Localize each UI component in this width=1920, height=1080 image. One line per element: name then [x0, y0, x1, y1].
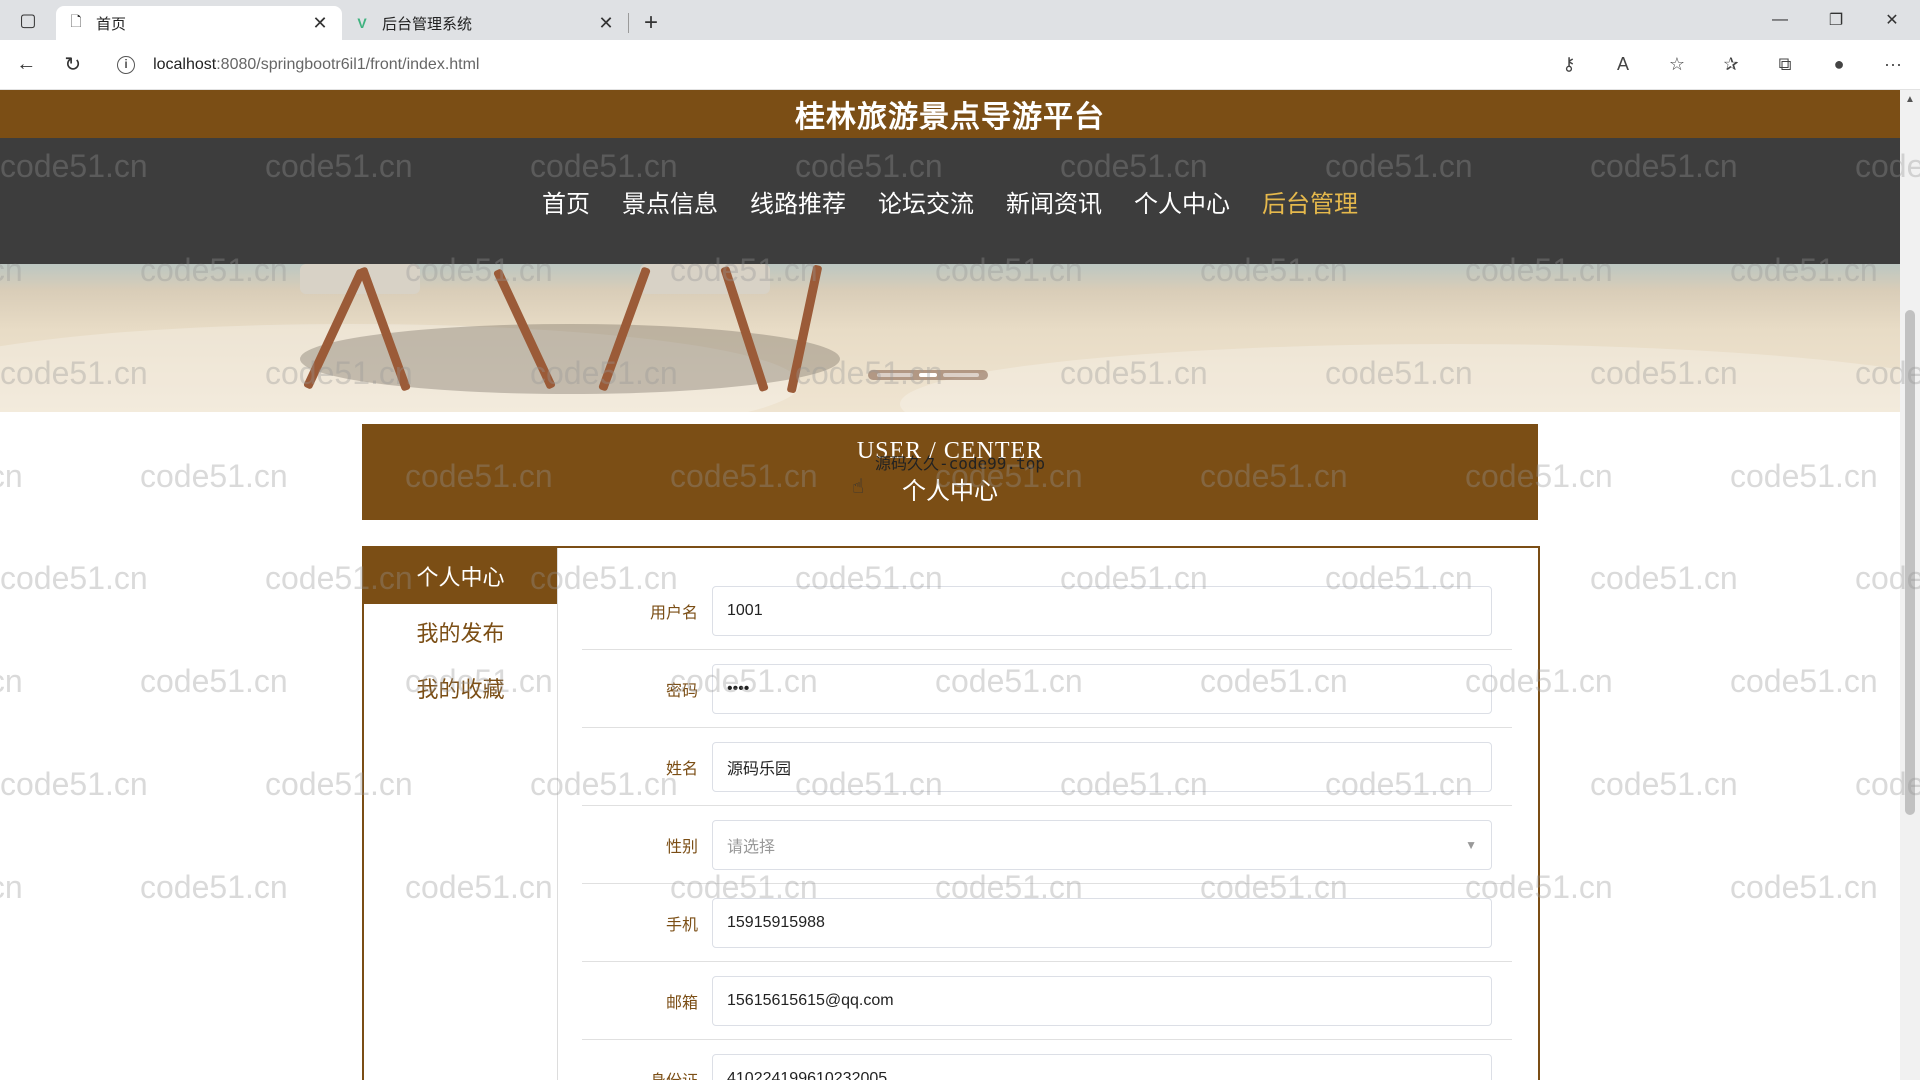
- side-item-profile[interactable]: 个人中心: [364, 548, 557, 604]
- minimize-icon[interactable]: —: [1752, 0, 1808, 40]
- username-field[interactable]: 1001: [712, 585, 1492, 636]
- idcard-field[interactable]: 410224199610232005: [712, 1053, 1492, 1080]
- scrollbar-thumb[interactable]: [1905, 310, 1915, 815]
- nav-attractions[interactable]: 景点信息: [622, 184, 718, 219]
- nav-news[interactable]: 新闻资讯: [1006, 184, 1102, 219]
- nav-routes[interactable]: 线路推荐: [750, 184, 846, 219]
- carousel-dot[interactable]: [943, 373, 979, 377]
- carousel-indicators: [868, 370, 988, 380]
- browser-tab-admin[interactable]: V 后台管理系统 ✕: [342, 6, 628, 40]
- tab-title: 首页: [96, 15, 127, 33]
- form-row-gender: 性别 请选择 ▼: [582, 806, 1512, 884]
- carousel-dot-active[interactable]: [919, 373, 937, 377]
- site-title: 桂林旅游景点导游平台: [795, 101, 1105, 134]
- favorites-icon[interactable]: ✰: [1704, 54, 1758, 75]
- banner-carousel[interactable]: [0, 264, 1900, 412]
- restore-icon[interactable]: ❐: [1808, 0, 1864, 40]
- form-row-password: 密码 ••••: [582, 650, 1512, 728]
- profile-avatar-icon[interactable]: ●: [1812, 54, 1866, 75]
- info-icon[interactable]: i: [117, 55, 136, 74]
- nav-admin[interactable]: 后台管理: [1262, 184, 1358, 219]
- email-field[interactable]: 15615615615@qq.com: [712, 975, 1492, 1026]
- refresh-icon[interactable]: ↻: [53, 45, 94, 85]
- user-center-title-cn: 个人中心: [902, 479, 998, 505]
- browser-tab-home[interactable]: 🗋 首页 ✕: [56, 6, 342, 40]
- username-label: 用户名: [649, 604, 698, 622]
- add-favorite-icon[interactable]: ☆: [1650, 54, 1704, 75]
- email-label: 邮箱: [665, 994, 698, 1012]
- gender-placeholder: 请选择: [727, 838, 776, 856]
- browser-address-bar: ← ↻ i localhost:8080/springbootr6il1/fro…: [0, 40, 1920, 90]
- side-item-my-posts[interactable]: 我的发布: [364, 604, 557, 660]
- url-path: :8080/springbootr6il1/front/index.html: [216, 55, 480, 73]
- window-controls: — ❐ ✕: [1752, 0, 1920, 40]
- name-field[interactable]: 源码乐园: [712, 741, 1492, 792]
- close-window-icon[interactable]: ✕: [1864, 0, 1920, 40]
- form-row-name: 姓名 源码乐园: [582, 728, 1512, 806]
- beach-chair: [640, 264, 770, 294]
- tab-title: 后台管理系统: [382, 15, 473, 33]
- page-icon: 🗋: [70, 13, 82, 29]
- close-tab-icon[interactable]: ✕: [596, 13, 616, 34]
- phone-field[interactable]: 15915915988: [712, 897, 1492, 948]
- gender-select[interactable]: 请选择 ▼: [712, 819, 1492, 870]
- site-header: 桂林旅游景点导游平台: [0, 90, 1900, 138]
- tab-actions-icon[interactable]: ▢: [0, 0, 56, 40]
- nav-home[interactable]: 首页: [542, 184, 590, 219]
- gender-label: 性别: [665, 838, 698, 856]
- user-center-panel: 个人中心 我的发布 我的收藏 用户名 1001 密码 •••• 姓名 源码乐园 …: [362, 546, 1540, 1080]
- phone-label: 手机: [665, 916, 698, 934]
- collections-icon[interactable]: ⧉: [1758, 54, 1812, 75]
- key-icon[interactable]: ⚷: [1542, 54, 1596, 75]
- password-label: 密码: [665, 682, 698, 700]
- side-item-my-favorites[interactable]: 我的收藏: [364, 660, 557, 716]
- close-tab-icon[interactable]: ✕: [310, 13, 330, 34]
- page-scrollbar[interactable]: ▲: [1900, 90, 1920, 1080]
- back-icon[interactable]: ←: [6, 45, 47, 85]
- web-page: 桂林旅游景点导游平台 首页 景点信息 线路推荐 论坛交流 新闻资讯 个人中心 后…: [0, 90, 1900, 1080]
- vue-icon: V: [357, 15, 367, 31]
- read-aloud-icon[interactable]: A: [1596, 54, 1650, 75]
- main-navigation: 首页 景点信息 线路推荐 论坛交流 新闻资讯 个人中心 后台管理: [0, 138, 1900, 264]
- nav-forum[interactable]: 论坛交流: [878, 184, 974, 219]
- chevron-down-icon: ▼: [1465, 837, 1477, 852]
- more-menu-icon[interactable]: ···: [1866, 54, 1920, 75]
- carousel-dot[interactable]: [877, 373, 913, 377]
- profile-form: 用户名 1001 密码 •••• 姓名 源码乐园 性别 请选择 ▼ 手机 159…: [582, 572, 1512, 1080]
- url-field[interactable]: i localhost:8080/springbootr6il1/front/i…: [105, 47, 1542, 83]
- form-row-email: 邮箱 15615615615@qq.com: [582, 962, 1512, 1040]
- form-row-phone: 手机 15915915988: [582, 884, 1512, 962]
- new-tab-button[interactable]: +: [629, 6, 673, 40]
- scroll-up-icon[interactable]: ▲: [1900, 94, 1920, 105]
- overlay-watermark-text: 源码久久-code99.top: [875, 454, 1045, 473]
- browser-toolbar: ⚷ A ☆ ✰ ⧉ ● ···: [1542, 54, 1920, 75]
- nav-user-center[interactable]: 个人中心: [1134, 184, 1230, 219]
- idcard-label: 身份证: [582, 1067, 712, 1080]
- form-row-idcard: 身份证 410224199610232005: [582, 1040, 1512, 1080]
- password-field[interactable]: ••••: [712, 663, 1492, 714]
- sand-texture: [900, 344, 1900, 412]
- form-row-username: 用户名 1001: [582, 572, 1512, 650]
- name-label: 姓名: [665, 760, 698, 778]
- url-host: localhost: [153, 55, 217, 73]
- hand-cursor-icon: ☝: [852, 476, 865, 498]
- user-center-sidebar: 个人中心 我的发布 我的收藏: [364, 548, 558, 1080]
- browser-tab-bar: ▢ 🗋 首页 ✕ V 后台管理系统 ✕ + — ❐ ✕: [0, 0, 1920, 40]
